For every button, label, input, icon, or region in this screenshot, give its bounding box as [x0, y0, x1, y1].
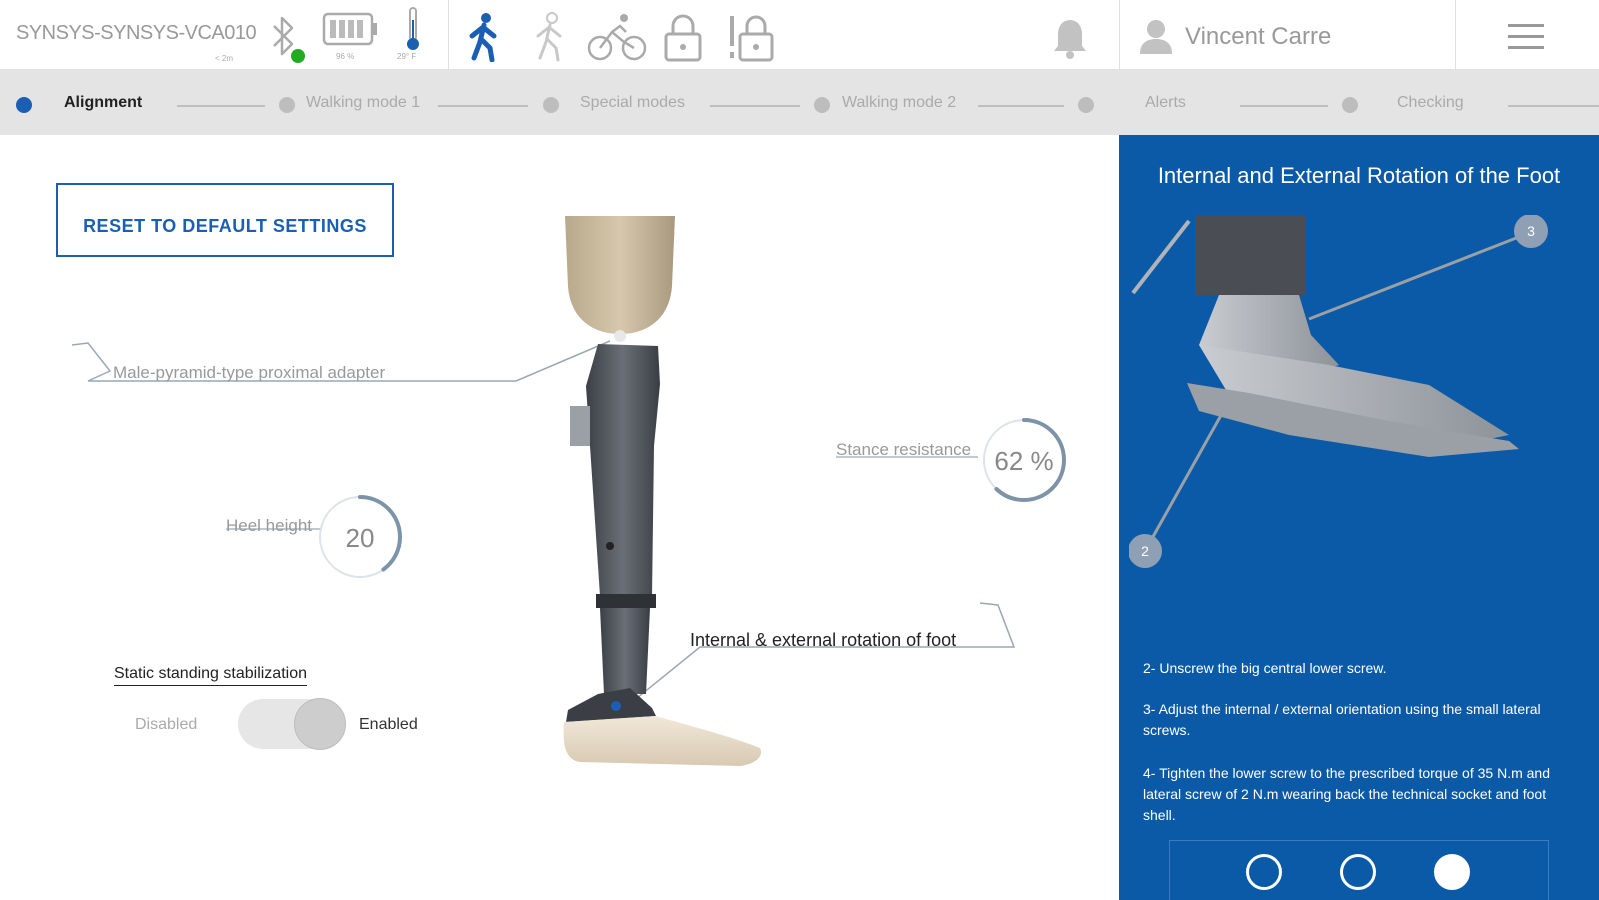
- stance-resistance-label: Stance resistance: [836, 440, 972, 459]
- device-distance: < 2m: [215, 54, 234, 63]
- step-walking-mode-2[interactable]: Walking mode 2: [842, 94, 956, 112]
- menu-icon[interactable]: [1508, 22, 1544, 52]
- alert-lock-icon[interactable]: [726, 14, 776, 62]
- heel-height-label: Heel height: [226, 516, 313, 535]
- proximal-adapter-callout: Male-pyramid-type proximal adapter: [113, 363, 386, 382]
- toggle-enabled-label: Enabled: [359, 716, 418, 733]
- walking-mode-icon[interactable]: [464, 12, 504, 63]
- temperature-caption: 29° F: [397, 52, 417, 61]
- step-connector: [710, 105, 800, 107]
- separator: [448, 0, 449, 70]
- user-name[interactable]: Vincent Carre: [1185, 23, 1331, 51]
- page-dot-1[interactable]: [1246, 854, 1282, 890]
- page-dot-3[interactable]: [1434, 854, 1470, 890]
- step-special-modes[interactable]: Special modes: [580, 94, 685, 112]
- step-connector: [978, 105, 1064, 107]
- step-dot-walking-mode-1[interactable]: [279, 97, 295, 113]
- instruction-panel: Internal and External Rotation of the Fo…: [1119, 135, 1599, 900]
- stance-resistance-value: 62 %: [994, 446, 1054, 476]
- step-dot-alignment[interactable]: [16, 97, 32, 113]
- stabilization-toggle[interactable]: [238, 698, 346, 750]
- walking-mode-2-icon[interactable]: [528, 12, 572, 62]
- toggle-disabled-label: Disabled: [135, 716, 198, 733]
- step-walking-mode-1[interactable]: Walking mode 1: [306, 94, 420, 112]
- bluetooth-icon: [268, 12, 308, 64]
- lock-icon[interactable]: [662, 14, 704, 62]
- step-checking[interactable]: Checking: [1397, 94, 1464, 112]
- instruction-step-3: 3- Adjust the internal / external orient…: [1143, 701, 1541, 738]
- separator: [1455, 0, 1456, 70]
- instruction-step-4: 4- Tighten the lower screw to the prescr…: [1143, 765, 1550, 823]
- instruction-step-2: 2- Unscrew the big central lower screw.: [1143, 660, 1387, 676]
- battery-caption: 96 %: [336, 52, 355, 61]
- foot-adapter-illustration: 3 2: [1128, 214, 1599, 615]
- prosthetic-leg-illustration: [560, 216, 780, 784]
- step-progress-bar: Alignment Walking mode 1 Special modes W…: [0, 70, 1599, 135]
- bell-icon[interactable]: [1052, 18, 1088, 60]
- step-connector: [438, 105, 528, 107]
- step-connector: [1240, 105, 1328, 107]
- thermometer-icon: [402, 6, 424, 52]
- toggle-knob: [294, 698, 346, 750]
- step-alignment[interactable]: Alignment: [64, 94, 142, 112]
- marker-top: 3: [1527, 223, 1535, 239]
- battery-icon: [322, 12, 380, 46]
- panel-title: Internal and External Rotation of the Fo…: [1157, 163, 1561, 188]
- step-dot-walking-mode-2[interactable]: [814, 97, 830, 113]
- step-connector: [177, 105, 265, 107]
- step-alerts[interactable]: Alerts: [1145, 94, 1186, 112]
- step-dot-checking[interactable]: [1342, 97, 1358, 113]
- cycling-icon[interactable]: [586, 12, 648, 62]
- page-dot-2[interactable]: [1340, 854, 1376, 890]
- separator: [1119, 0, 1120, 70]
- step-dot-special-modes[interactable]: [543, 97, 559, 113]
- marker-bottom: 2: [1141, 543, 1149, 559]
- stabilization-title: Static standing stabilization: [114, 665, 307, 686]
- step-dot-alerts[interactable]: [1078, 97, 1094, 113]
- device-name: SYNSYS-SYNSYS-VCA010: [16, 22, 257, 44]
- top-bar: SYNSYS-SYNSYS-VCA010 < 2m 96 % 29° F Vin…: [0, 0, 1599, 70]
- heel-height-value: 20: [345, 523, 375, 553]
- page-indicator: [1169, 840, 1549, 900]
- rotation-of-foot-callout: Internal & external rotation of foot: [690, 630, 957, 650]
- user-icon[interactable]: [1138, 18, 1174, 56]
- step-connector: [1508, 105, 1599, 107]
